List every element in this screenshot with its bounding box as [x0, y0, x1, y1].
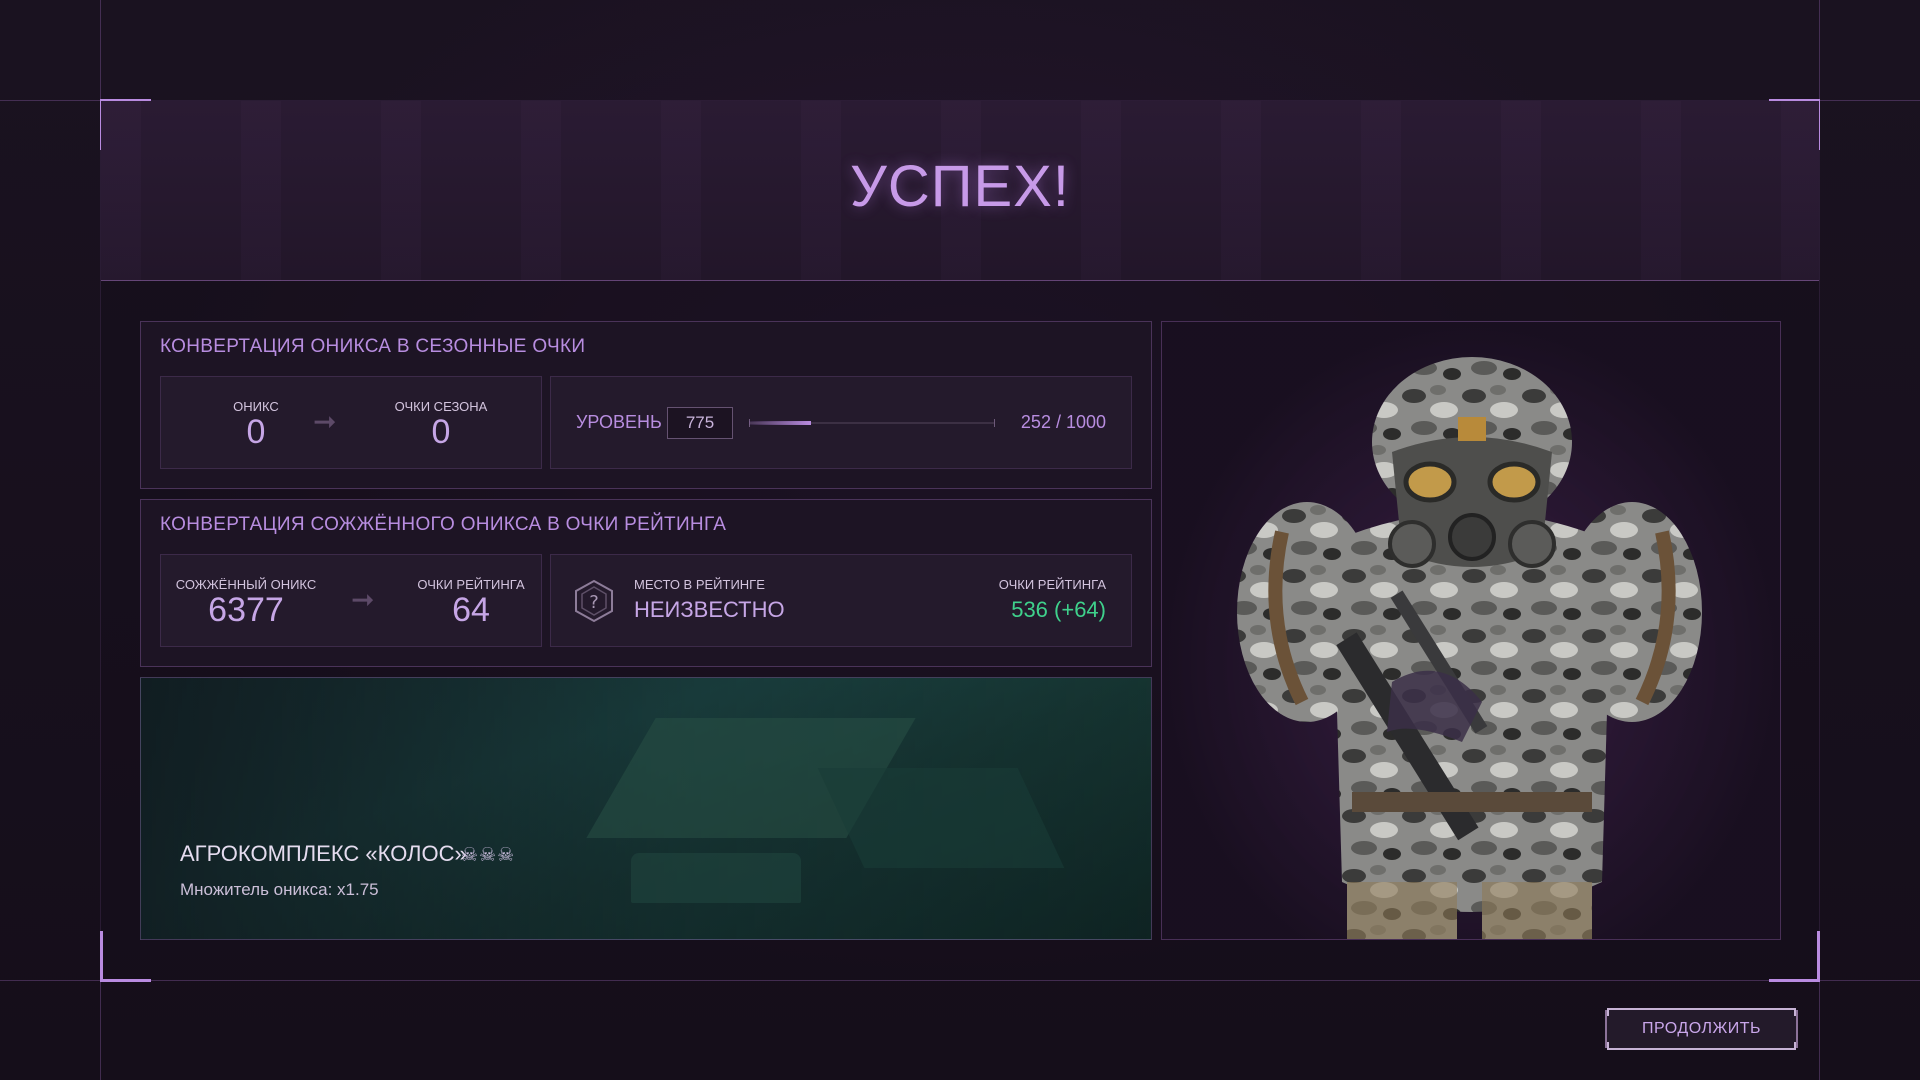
page-title: УСПЕХ!	[850, 154, 1070, 219]
level-progress-fill	[749, 421, 811, 425]
season-points-value: 0	[431, 413, 451, 451]
rating-conversion-title: КОНВЕРТАЦИЯ СОЖЖЁННОГО ОНИКСА В ОЧКИ РЕЙ…	[160, 514, 727, 535]
rank-block: ? МЕСТО В РЕЙТИНГЕ НЕИЗВЕСТНО ОЧКИ РЕЙТИ…	[550, 554, 1132, 647]
character-preview	[1161, 321, 1781, 940]
level-value: 775	[667, 407, 733, 439]
map-scene-hill	[817, 768, 1065, 868]
season-level-block: УРОВЕНЬ 775 252 / 1000	[550, 376, 1132, 469]
onyx-multiplier-value: x1.75	[337, 880, 379, 899]
soldier-character-icon	[1237, 357, 1702, 939]
level-progress-bar	[749, 419, 995, 427]
onyx-label: ОНИКС	[233, 399, 279, 414]
continue-button[interactable]: ПРОДОЛЖИТЬ	[1605, 1008, 1798, 1050]
season-conversion-title: КОНВЕРТАЦИЯ ОНИКСА В СЕЗОННЫЕ ОЧКИ	[160, 336, 586, 357]
total-rating-label: ОЧКИ РЕЙТИНГА	[998, 577, 1106, 592]
onyx-multiplier-label: Множитель оникса:	[180, 880, 333, 899]
burned-onyx-value: 6377	[208, 591, 284, 629]
map-info-panel: АГРОКОМПЛЕКС «КОЛОС» ☠☠☠ Множитель оникс…	[140, 677, 1152, 940]
burned-to-rating-block: СОЖЖЁННЫЙ ОНИКС 6377 ➞ ОЧКИ РЕЙТИНГА 64	[160, 554, 542, 647]
burned-onyx-label: СОЖЖЁННЫЙ ОНИКС	[175, 577, 317, 592]
rating-conversion-panel: КОНВЕРТАЦИЯ СОЖЖЁННОГО ОНИКСА В ОЧКИ РЕЙ…	[140, 499, 1152, 667]
difficulty-skull-icons: ☠☠☠	[461, 845, 516, 866]
arrow-right-icon: ➞	[351, 584, 375, 615]
unknown-rank-icon: ?	[575, 579, 613, 623]
rank-place-value: НЕИЗВЕСТНО	[634, 597, 785, 622]
svg-text:?: ?	[589, 592, 599, 613]
onyx-to-season-block: ОНИКС 0 ➞ ОЧКИ СЕЗОНА 0	[160, 376, 542, 469]
frame-line-bottom	[0, 980, 1920, 981]
rating-points-value: 64	[452, 591, 490, 629]
level-label: УРОВЕНЬ	[576, 412, 662, 432]
map-scene-car	[631, 853, 801, 903]
map-name: АГРОКОМПЛЕКС «КОЛОС»	[180, 841, 467, 866]
season-points-label: ОЧКИ СЕЗОНА	[394, 399, 488, 414]
onyx-value: 0	[246, 413, 266, 451]
onyx-multiplier: Множитель оникса: x1.75	[180, 880, 379, 900]
results-header: УСПЕХ!	[101, 101, 1819, 281]
rating-points-label: ОЧКИ РЕЙТИНГА	[417, 577, 525, 592]
season-conversion-panel: КОНВЕРТАЦИЯ ОНИКСА В СЕЗОННЫЕ ОЧКИ ОНИКС…	[140, 321, 1152, 489]
total-rating-value: 536 (+64)	[1011, 597, 1106, 622]
arrow-right-icon: ➞	[313, 406, 337, 437]
rank-place-label: МЕСТО В РЕЙТИНГЕ	[634, 577, 765, 592]
level-progress-text: 252 / 1000	[1020, 412, 1106, 432]
